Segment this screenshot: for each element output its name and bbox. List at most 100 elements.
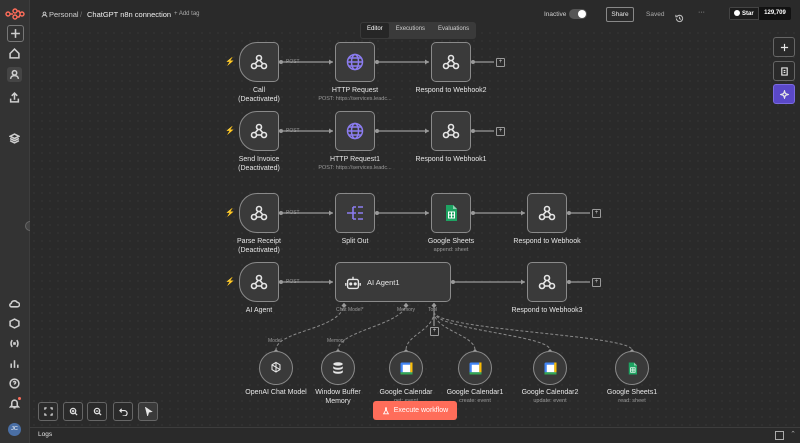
node-label: HTTP Request1 — [329, 156, 381, 163]
port-label-chat-model: Chat Model* — [336, 307, 364, 313]
google-sheets-node[interactable] — [431, 193, 471, 233]
add-node-button[interactable]: + — [496, 58, 505, 67]
workflow-name[interactable]: ChatGPT n8n connection — [87, 10, 171, 19]
openai-chat-model-node[interactable] — [259, 351, 293, 385]
ai-assistant-button[interactable] — [773, 84, 795, 104]
google-calendar-icon — [544, 362, 556, 374]
notifications-icon[interactable] — [7, 396, 22, 411]
window-buffer-memory-node[interactable] — [321, 351, 355, 385]
execute-workflow-label: Execute workflow — [393, 407, 449, 414]
edge-label-post: POST — [286, 210, 300, 216]
logs-panel[interactable]: Logs ⌃ — [30, 427, 800, 443]
google-calendar1-node[interactable] — [458, 351, 492, 385]
node-subtitle: append: sheet — [433, 247, 469, 253]
webhook-icon — [538, 205, 556, 221]
respond-webhook-node[interactable] — [527, 193, 567, 233]
google-calendar-icon — [400, 362, 412, 374]
node-label: Respond to Webhook2 — [415, 87, 487, 94]
fit-view-button[interactable] — [38, 402, 58, 421]
edge-label-post: POST — [286, 279, 300, 285]
active-status-label: Inactive — [544, 11, 567, 18]
google-sheets1-node[interactable] — [615, 351, 649, 385]
respond-webhook-node[interactable] — [527, 262, 567, 302]
node-label: Respond to Webhook3 — [511, 307, 583, 314]
database-icon — [333, 362, 343, 374]
add-icon[interactable] — [7, 25, 24, 42]
webhook-icon — [250, 123, 268, 139]
help-icon[interactable] — [7, 376, 22, 391]
project-breadcrumb[interactable]: Personal — [49, 10, 79, 19]
node-label: Google Sheets — [427, 238, 475, 245]
edge-label-post: POST — [286, 128, 300, 134]
layers-icon[interactable] — [7, 131, 22, 146]
parse-receipt-webhook-node[interactable] — [239, 193, 279, 233]
add-node-panel-button[interactable] — [773, 37, 795, 57]
history-icon[interactable] — [675, 10, 684, 23]
saved-status: Saved — [646, 11, 665, 18]
zoom-out-button[interactable] — [87, 402, 107, 421]
templates-icon[interactable] — [7, 316, 22, 331]
execute-workflow-button[interactable]: Execute workflow — [373, 401, 457, 420]
github-star-count: 129,709 — [759, 7, 791, 20]
google-calendar2-node[interactable] — [533, 351, 567, 385]
http-request-node[interactable] — [335, 111, 375, 151]
globe-icon — [346, 53, 364, 71]
sticky-note-button[interactable] — [773, 61, 795, 81]
node-label: Google Sheets1 — [606, 389, 658, 396]
n8n-logo[interactable] — [5, 7, 25, 20]
add-node-button[interactable]: + — [496, 127, 505, 136]
flask-icon — [382, 402, 390, 420]
tab-executions[interactable]: Executions — [390, 23, 431, 38]
node-label: Call (Deactivated) — [238, 87, 280, 103]
add-tag-link[interactable]: + Add tag — [174, 11, 200, 17]
ai-agent-webhook-node[interactable] — [239, 262, 279, 302]
edge-label-model: Model — [268, 338, 282, 344]
breadcrumb-separator: / — [80, 10, 83, 19]
select-mode-button[interactable] — [138, 402, 158, 421]
robot-icon — [345, 276, 361, 290]
node-label: HTTP Request — [331, 87, 379, 94]
cloud-icon[interactable] — [7, 296, 22, 311]
github-star-button[interactable]: Star 129,709 — [729, 7, 791, 20]
respond-webhook-node[interactable] — [431, 42, 471, 82]
respond-webhook-node[interactable] — [431, 111, 471, 151]
node-label: Split Out — [341, 238, 369, 245]
zoom-in-button[interactable] — [63, 402, 83, 421]
edge-label-memory: Memory — [327, 338, 346, 344]
avatar[interactable]: JC — [8, 423, 21, 436]
google-calendar-node[interactable] — [389, 351, 423, 385]
send-invoice-webhook-node[interactable] — [239, 111, 279, 151]
google-sheets-icon — [628, 362, 637, 374]
left-sidebar: JC — [0, 0, 35, 443]
user-icon — [41, 10, 48, 19]
tab-evaluations[interactable]: Evaluations — [432, 23, 475, 38]
variables-icon[interactable] — [7, 336, 22, 351]
ai-agent-node[interactable]: AI Agent1 — [335, 262, 451, 302]
google-calendar-icon — [469, 362, 481, 374]
node-label: Respond to Webhook1 — [415, 156, 487, 163]
chevron-up-icon[interactable]: ⌃ — [790, 430, 796, 438]
port-label-memory: Memory — [397, 307, 416, 313]
github-icon — [734, 10, 741, 16]
share-button[interactable]: Share — [606, 7, 634, 22]
add-node-button[interactable]: + — [592, 209, 601, 218]
http-request-node[interactable] — [335, 42, 375, 82]
active-toggle[interactable] — [569, 9, 587, 19]
edge-label-post: POST — [286, 59, 300, 65]
split-out-node[interactable] — [335, 193, 375, 233]
undo-button[interactable] — [113, 402, 133, 421]
call-webhook-node[interactable] — [239, 42, 279, 82]
insights-icon[interactable] — [7, 356, 22, 371]
home-icon[interactable] — [7, 46, 22, 61]
node-label: AI Agent — [245, 307, 273, 314]
share-icon[interactable] — [7, 90, 22, 105]
webhook-icon — [250, 274, 268, 290]
tab-editor[interactable]: Editor — [361, 23, 389, 38]
trigger-bolt-icon: ⚡ — [225, 277, 235, 286]
view-tabs: Editor Executions Evaluations — [360, 22, 477, 39]
add-tool-button[interactable]: + — [430, 327, 439, 336]
user-icon[interactable] — [7, 67, 22, 82]
add-node-button[interactable]: + — [592, 278, 601, 287]
pop-out-icon[interactable] — [775, 431, 784, 440]
more-options-button[interactable]: ··· — [698, 9, 705, 16]
